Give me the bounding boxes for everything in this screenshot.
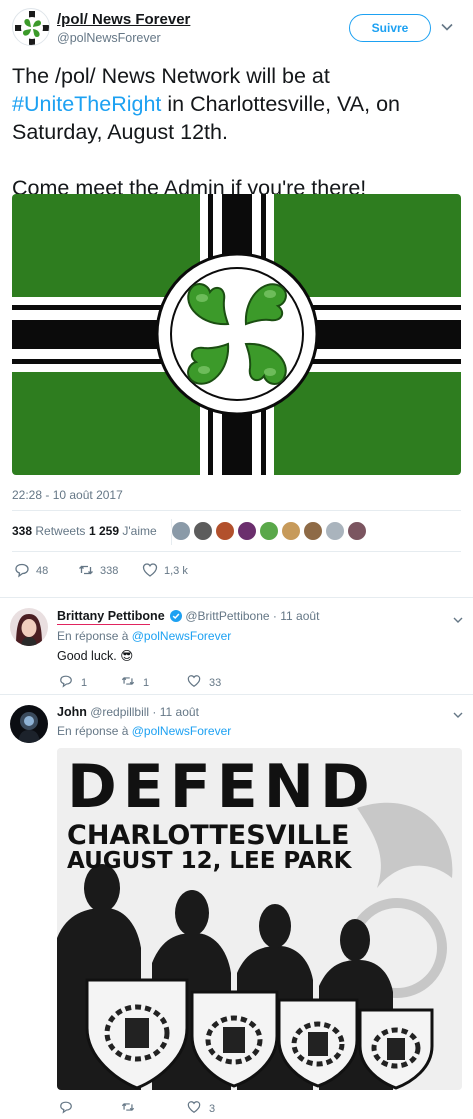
in-reply-prefix: En réponse à — [57, 629, 132, 643]
hashtag-link[interactable]: #UniteTheRight — [12, 92, 161, 116]
liker-avatar[interactable] — [259, 521, 279, 541]
poster-subtitle: CHARLOTTESVILLE — [67, 820, 350, 851]
in-reply-mention[interactable]: @polNewsForever — [132, 629, 232, 643]
liker-avatar[interactable] — [193, 521, 213, 541]
liker-avatar[interactable] — [237, 521, 257, 541]
chevron-down-icon[interactable] — [452, 614, 464, 626]
heart-icon — [142, 563, 158, 577]
stats-bar: 338 Retweets 1 259 J'aime — [12, 510, 461, 552]
retweets-stat[interactable]: 338 Retweets — [12, 524, 85, 538]
liker-avatar[interactable] — [171, 521, 191, 541]
likes-label: J'aime — [122, 524, 157, 538]
in-reply-to: En réponse à @polNewsForever — [57, 724, 231, 738]
liker-avatar[interactable] — [215, 521, 235, 541]
reply-display-name[interactable]: Brittany Pettibone — [57, 609, 165, 623]
in-reply-to: En réponse à @polNewsForever — [57, 629, 231, 643]
heart-icon — [187, 1101, 201, 1113]
retweet-icon — [121, 677, 135, 685]
tweet-text: The /pol/ News Network will be at #Unite… — [12, 62, 462, 202]
reply-header: Brittany Pettibone @BrittPettibone · 11 … — [57, 609, 319, 623]
reply-actions: 3 — [59, 1100, 359, 1118]
avatar[interactable] — [10, 705, 48, 743]
like-count: 33 — [209, 677, 222, 689]
liker-avatar[interactable] — [347, 521, 367, 541]
poster-title: DEFEND — [67, 752, 376, 822]
in-reply-prefix: En réponse à — [57, 724, 132, 738]
likes-count: 1 259 — [89, 524, 120, 538]
flag-image[interactable] — [12, 194, 461, 475]
reply-text: Good luck. 😎 — [57, 649, 134, 663]
avatar[interactable] — [10, 608, 48, 646]
reply-count: 1 — [81, 677, 88, 689]
tweet-text-line3: Saturday, August 12th. — [12, 120, 228, 144]
reply-icon — [60, 675, 72, 688]
reply-display-name[interactable]: John — [57, 705, 87, 719]
verified-badge-icon — [170, 610, 182, 622]
reply-tweet: Brittany Pettibone @BrittPettibone · 11 … — [0, 598, 473, 695]
retweet-icon — [79, 565, 93, 575]
main-tweet: /pol/ News Forever @polNewsForever Suivr… — [0, 0, 473, 598]
chevron-down-icon[interactable] — [440, 20, 454, 34]
name-underline — [57, 624, 150, 625]
tweet-text-line1: The /pol/ News Network will be at — [12, 64, 330, 88]
retweet-count: 338 — [100, 565, 119, 577]
retweets-label: Retweets — [35, 524, 86, 538]
poster-image[interactable]: DEFEND CHARLOTTESVILLE AUGUST 12, LEE PA… — [57, 748, 462, 1090]
retweet-count: 1 — [143, 677, 150, 689]
heart-icon — [187, 675, 201, 687]
like-count: 1,3 k — [164, 565, 188, 577]
likes-stat[interactable]: 1 259 J'aime — [89, 524, 157, 538]
liker-avatar[interactable] — [281, 521, 301, 541]
reply-actions: 1 1 33 — [59, 674, 359, 692]
display-name[interactable]: /pol/ News Forever — [57, 11, 190, 28]
reply-header: John @redpillbill · 11 août — [57, 705, 199, 719]
liker-avatar[interactable] — [325, 521, 345, 541]
chevron-down-icon[interactable] — [452, 709, 464, 721]
tweet-text-line2: in Charlottesville, VA, on — [161, 92, 400, 116]
reply-icon — [60, 1101, 72, 1114]
reply-date[interactable]: · 11 août — [152, 705, 198, 719]
reply-icon — [15, 563, 29, 578]
poster-date: AUGUST 12, LEE PARK — [67, 848, 352, 874]
in-reply-mention[interactable]: @polNewsForever — [132, 724, 232, 738]
follow-button[interactable]: Suivre — [349, 14, 431, 42]
avatar[interactable] — [12, 8, 50, 46]
handle[interactable]: @polNewsForever — [57, 31, 161, 45]
timestamp[interactable]: 22:28 - 10 août 2017 — [12, 488, 123, 502]
like-count: 3 — [209, 1103, 216, 1115]
liker-avatar[interactable] — [303, 521, 323, 541]
reply-count: 48 — [36, 565, 49, 577]
retweets-count: 338 — [12, 524, 33, 538]
tweet-actions: 48 338 1,3 k — [14, 562, 314, 580]
retweet-icon — [121, 1103, 135, 1111]
reply-handle[interactable]: @BrittPettibone — [185, 609, 269, 623]
reply-handle[interactable]: @redpillbill — [90, 705, 149, 719]
reply-date[interactable]: · 11 août — [273, 609, 319, 623]
clover-logo-icon — [14, 10, 49, 45]
